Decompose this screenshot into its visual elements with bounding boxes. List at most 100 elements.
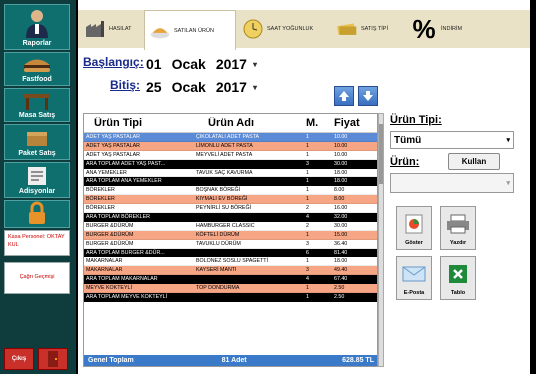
eposta-button[interactable]: E-Posta bbox=[396, 256, 432, 300]
table-cell: KIYMALI EV BÖREĞİ bbox=[196, 196, 248, 203]
tab-label: İNDİRİM bbox=[441, 26, 463, 32]
report-chart-icon bbox=[404, 207, 424, 240]
header-fiyat[interactable]: Fiyat bbox=[332, 117, 372, 129]
tab-indirim[interactable]: % İNDİRİM bbox=[406, 10, 476, 48]
table-cell bbox=[194, 160, 304, 168]
table-cell: 1 bbox=[306, 151, 309, 158]
table-row[interactable]: ARA TOPLAM ADET YAŞ PAST... 3 30.00 bbox=[84, 159, 377, 169]
table-cell: TOP DONDURMA bbox=[196, 285, 240, 292]
table-row[interactable]: ADET YAŞ PASTALAR MEYVELİ ADET PASTA 1 10.0… bbox=[84, 150, 377, 160]
table-cell: 3 bbox=[306, 160, 309, 167]
lock-button[interactable] bbox=[4, 200, 70, 228]
start-month: Ocak bbox=[171, 56, 206, 72]
tablo-button[interactable]: Tablo bbox=[440, 256, 476, 300]
table-row[interactable]: ARA TOPLAM BÖREKLER 4 32.00 bbox=[84, 213, 377, 222]
table-cell: PEYNİRLİ SU BÖREĞİ bbox=[196, 205, 252, 212]
start-day: 01 bbox=[146, 56, 162, 72]
tab-satilan-urun[interactable]: SATILAN ÜRÜN bbox=[144, 10, 236, 50]
tab-label: SATILAN ÜRÜN bbox=[174, 27, 214, 34]
sidebar-item-paket-satis[interactable]: Paket Satış bbox=[4, 124, 70, 160]
table-row[interactable]: ARA TOPLAM MAKARNALAR 4 67.40 bbox=[84, 275, 377, 285]
urun-label: Ürün: bbox=[390, 156, 420, 168]
table-cell: BOLONEZ SOSLU SPAGETTİ bbox=[196, 258, 269, 265]
table-cell: 3 bbox=[306, 240, 309, 247]
table-row[interactable]: ARA TOPLAM ANA YEMEKLER 1 18.00 bbox=[84, 177, 377, 187]
sidebar-item-masa-satis[interactable]: Masa Satış bbox=[4, 88, 70, 122]
tab-satis-tipi[interactable]: SATIŞ TİPİ bbox=[332, 10, 402, 48]
kullan-label: Kullan bbox=[461, 157, 487, 166]
urun-tipi-select[interactable]: Tümü ▾ bbox=[390, 131, 514, 149]
table-row[interactable]: ARA TOPLAM MEYVE KOKTEYLİ 1 2.50 bbox=[84, 293, 377, 302]
table-cell: 15.00 bbox=[334, 231, 348, 238]
table-row[interactable]: BURGER &DÜRÜM KÖFTELİ DÜRÜM 1 15.00 bbox=[84, 230, 377, 240]
header-urun-adi[interactable]: Ürün Adı bbox=[194, 117, 304, 129]
table-cell: BOŞNAK BÖREĞİ bbox=[196, 187, 241, 194]
footer-label: Genel Toplam bbox=[88, 357, 134, 364]
table-row[interactable]: ADET YAŞ PASTALAR ÇIKOLATALI ADET PASTA 1 1… bbox=[84, 133, 377, 142]
clock-icon bbox=[242, 18, 264, 40]
printer-icon bbox=[445, 207, 471, 240]
kullan-button[interactable]: Kullan bbox=[448, 153, 500, 170]
sidebar: Raporlar Fastfood Masa Satış Paket Satış… bbox=[0, 0, 76, 374]
urun-select[interactable]: ▾ bbox=[390, 173, 514, 193]
table-cell: 32.00 bbox=[334, 214, 348, 221]
end-date-picker[interactable]: 25 Ocak 2017 ▾ bbox=[146, 79, 257, 95]
chevron-down-icon: ▾ bbox=[506, 180, 510, 187]
table-cell: 1 bbox=[306, 142, 309, 149]
table-row[interactable]: BURGER &DÜRÜM TAVUKLU DÜRÜM 3 36.40 bbox=[84, 239, 377, 249]
start-date-picker[interactable]: 01 Ocak 2017 ▾ bbox=[146, 56, 257, 72]
footer-count: 81 Adet bbox=[221, 357, 247, 364]
header-urun-tipi[interactable]: Ürün Tipi bbox=[84, 117, 194, 129]
table-row[interactable]: BÖREKLER BOŞNAK BÖREĞİ 1 8.00 bbox=[84, 186, 377, 196]
sidebar-item-raporlar[interactable]: Raporlar bbox=[4, 4, 70, 50]
table-cell: 18.00 bbox=[334, 178, 348, 185]
table-cell: 1 bbox=[306, 169, 309, 176]
tab-hasilat[interactable]: HASILAT bbox=[80, 10, 142, 48]
header-miktar[interactable]: M. bbox=[304, 117, 332, 129]
urun-tipi-value: Tümü bbox=[394, 134, 422, 146]
sidebar-item-label: Fastfood bbox=[22, 76, 52, 83]
sidebar-item-label: Adisyonlar bbox=[18, 188, 56, 195]
move-down-button[interactable] bbox=[358, 86, 378, 106]
yazdir-button[interactable]: Yazdır bbox=[440, 206, 476, 250]
table-row[interactable]: BURGER &DÜRÜM HAMBURGER CLASSIC 2 30.00 bbox=[84, 221, 377, 231]
table-cell: ADET YAŞ PASTALAR bbox=[84, 133, 194, 141]
table-row[interactable]: BÖREKLER PEYNİRLİ SU BÖREĞİ 2 16.00 bbox=[84, 204, 377, 214]
table-icon bbox=[5, 89, 69, 112]
table-row[interactable]: MAKARNALAR KAYSERİ MANTI 3 49.40 bbox=[84, 266, 377, 276]
sidebar-item-adisyonlar[interactable]: Adisyonlar bbox=[4, 162, 70, 198]
table-cell: BÖREKLER bbox=[86, 205, 115, 212]
tab-label: HASILAT bbox=[109, 26, 132, 32]
table-row[interactable]: ARA TOPLAM BURGER &DÜR... 6 81.40 bbox=[84, 248, 377, 258]
table-row[interactable]: MAKARNALAR BOLONEZ SOSLU SPAGETTİ 1 18.00 bbox=[84, 257, 377, 267]
exit-button[interactable]: Çıkış bbox=[4, 348, 34, 370]
sidebar-item-fastfood[interactable]: Fastfood bbox=[4, 52, 70, 86]
table-cell: BURGER &DÜRÜM bbox=[86, 240, 134, 247]
table-cell: 1 bbox=[306, 178, 309, 185]
percent-icon: % bbox=[412, 13, 436, 44]
factory-icon bbox=[84, 18, 106, 40]
table-scrollbar[interactable] bbox=[378, 113, 384, 367]
cagri-gecmisi-button[interactable]: Çağrı Geçmişi bbox=[4, 262, 70, 294]
eposta-label: E-Posta bbox=[403, 290, 425, 296]
scrollbar-thumb[interactable] bbox=[379, 124, 383, 184]
table-cell: MAKARNALAR bbox=[86, 267, 123, 274]
package-icon bbox=[5, 125, 69, 150]
move-up-button[interactable] bbox=[334, 86, 354, 106]
table-cell: 8.00 bbox=[334, 187, 345, 194]
footer-total: 628.85 TL bbox=[342, 357, 374, 364]
table-cell: KAYSERİ MANTI bbox=[196, 267, 237, 274]
tab-label: SATIŞ TİPİ bbox=[361, 26, 388, 32]
table-row[interactable]: ANA YEMEKLER TAVUK SAÇ KAVURMA 1 18.00 bbox=[84, 168, 377, 178]
table-row[interactable]: BÖREKLER KIYMALI EV BÖREĞİ 1 8.00 bbox=[84, 195, 377, 205]
table-row[interactable]: ADET YAŞ PASTALAR LİMONLU ADET PASTA 1 10.0… bbox=[84, 141, 377, 151]
table-cell bbox=[194, 177, 304, 185]
tab-saat-yogunluk[interactable]: SAAT YOĞUNLUK bbox=[238, 10, 324, 48]
table-cell: MAKARNALAR bbox=[86, 258, 123, 265]
table-row[interactable]: MEYVE KOKTEYLİ TOP DONDURMA 1 2.50 bbox=[84, 284, 377, 294]
goster-button[interactable]: Göster bbox=[396, 206, 432, 250]
urun-tipi-label: Ürün Tipi: bbox=[390, 114, 442, 126]
table-cell bbox=[194, 249, 304, 257]
table-cell: 2 bbox=[306, 205, 309, 212]
door-button[interactable] bbox=[38, 348, 68, 370]
